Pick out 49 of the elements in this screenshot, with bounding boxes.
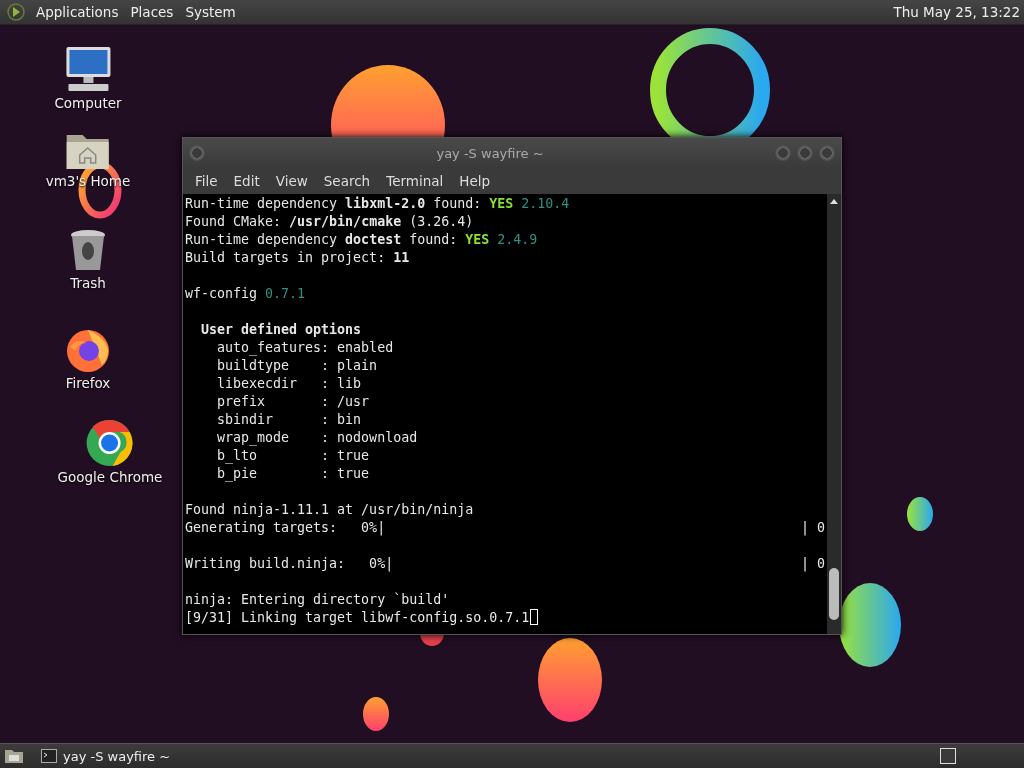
panel-menu[interactable]: Applications [30, 4, 125, 20]
terminal-line: Found CMake: /usr/bin/cmake (3.26.4) [185, 213, 474, 231]
workspace-switcher[interactable] [940, 748, 956, 764]
text-cursor [530, 609, 539, 625]
terminal-line: libexecdir : lib [216, 375, 362, 393]
terminal-line: auto_features: enabled [216, 339, 394, 357]
terminal-line: [9/31] Linking target libwf-config.so.0.7.1 [185, 609, 530, 627]
clock[interactable]: Thu May 25, 13:22 [893, 4, 1024, 20]
terminal-line: Run-time dependency doctest found: YES 2.4.9 [185, 231, 538, 249]
menu-item[interactable]: Edit [225, 173, 268, 189]
terminal-line: ninja: Entering directory `build' [185, 591, 450, 609]
computer-icon [63, 45, 113, 93]
terminal-icon [41, 749, 57, 763]
panel-menu[interactable]: Places [124, 4, 180, 20]
terminal-line: Found ninja-1.11.1 at /usr/bin/ninja [185, 501, 474, 519]
icon-label[interactable]: Trash [70, 275, 106, 291]
menu-item[interactable]: Help [451, 173, 499, 189]
terminal-line: wrap_mode : nodownload [216, 429, 418, 447]
menu-item[interactable]: Terminal [378, 173, 452, 189]
scroll-up-icon[interactable] [829, 197, 839, 205]
menu-item[interactable]: File [187, 173, 226, 189]
panel-menu[interactable]: System [179, 4, 242, 20]
icon-label[interactable]: Google Chrome [57, 469, 163, 485]
terminal-line: prefix : /usr [216, 393, 370, 411]
menu-item[interactable]: View [267, 173, 316, 189]
scrollbar[interactable] [827, 194, 841, 634]
browser-icon [86, 419, 134, 467]
terminal-line: b_lto : true [216, 447, 370, 465]
trash-icon [69, 229, 107, 273]
terminal-line: User defined options [200, 321, 362, 339]
terminal-line: Writing build.ninja: 0%| [185, 555, 394, 573]
terminal-line: Run-time dependency libxml-2.0 found: YES 2.10.4 [185, 195, 570, 213]
terminal-line: wf-config 0.7.1 [185, 285, 306, 303]
progress-count: | 0 [800, 555, 825, 573]
terminal-line: Generating targets: 0%| [185, 519, 386, 537]
progress-count: | 0 [800, 519, 825, 537]
icon-label[interactable]: Firefox [65, 375, 111, 391]
logo-icon [6, 2, 26, 22]
task-button[interactable]: yay -S wayfire ~ [33, 745, 179, 767]
terminal-line: Build targets in project: 11 [185, 249, 410, 267]
show-desktop-icon[interactable] [3, 747, 25, 765]
terminal-line: buildtype : plain [216, 357, 378, 375]
terminal-line: b_pie : true [216, 465, 370, 483]
scrollbar-thumb[interactable] [829, 568, 839, 620]
window-title: yay -S wayfire ~ [435, 145, 545, 161]
icon-label[interactable]: Computer [54, 95, 122, 111]
terminal-line: sbindir : bin [216, 411, 362, 429]
browser-icon [65, 327, 111, 373]
menu-item[interactable]: Search [315, 173, 379, 189]
